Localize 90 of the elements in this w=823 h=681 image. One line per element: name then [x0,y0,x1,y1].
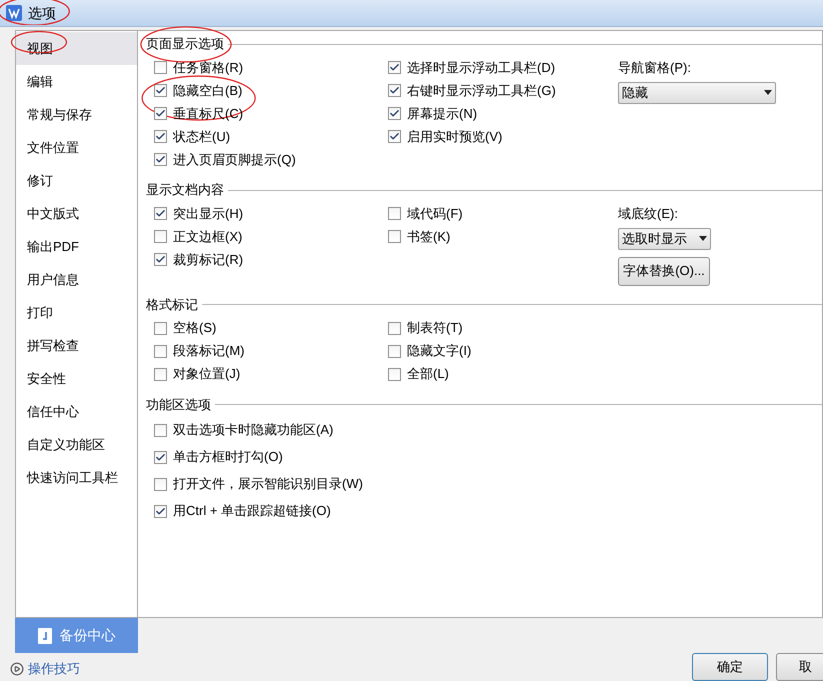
checkbox-label: 启用实时预览(V) [407,128,502,146]
section-title: 显示文档内容 [146,181,224,200]
checkbox-label: 正文边框(X) [173,228,242,246]
checkbox[interactable] [154,130,167,143]
sidebar-item[interactable]: 打印 [16,296,137,329]
checkbox[interactable] [154,424,167,436]
check-icon [155,154,166,165]
checkbox[interactable] [388,107,401,120]
sidebar-item[interactable]: 中文版式 [16,197,137,230]
checkbox[interactable] [154,322,167,334]
dropdown[interactable]: 隐藏 [618,82,776,104]
dropdown[interactable]: 选取时显示 [618,228,711,250]
dropdown-arrow-icon [764,90,772,95]
sidebar-item[interactable]: 信任中心 [16,395,137,428]
checkbox[interactable] [154,230,167,243]
check-icon [155,208,166,219]
check-icon [155,108,166,119]
ok-button[interactable]: 确定 [692,653,768,681]
font-substitution-button[interactable]: 字体替换(O)... [618,256,710,286]
checkbox[interactable] [154,153,167,166]
check-icon [155,85,166,96]
sidebar-item[interactable]: 用户信息 [16,263,137,296]
check-icon [155,131,166,142]
sidebar-item[interactable]: 快速访问工具栏 [16,461,137,494]
checkbox-label: 状态栏(U) [173,128,230,146]
checkbox[interactable] [388,344,401,358]
checkbox-label: 隐藏文字(I) [407,342,472,360]
sidebar-item[interactable]: 修订 [16,164,137,197]
checkbox[interactable] [388,130,401,143]
check-icon [389,108,400,119]
checkbox-label: 隐藏空白(B) [173,82,242,100]
cancel-button[interactable]: 取 [776,653,823,681]
checkbox[interactable] [154,504,167,518]
checkbox-label: 域代码(F) [407,204,463,223]
checkbox[interactable] [154,368,167,380]
checkbox[interactable] [154,61,167,74]
checkbox-label: 右键时显示浮动工具栏(G) [407,82,556,100]
checkbox[interactable] [154,253,167,266]
checkbox[interactable] [388,84,401,97]
checkbox[interactable] [154,344,167,358]
section-title: 功能区选项 [146,396,211,414]
checkbox[interactable] [388,230,401,243]
checkbox-label: 段落标记(M) [173,342,244,360]
dropdown-arrow-icon [699,236,707,241]
section-title: 页面显示选项 [146,35,224,54]
checkbox[interactable] [154,107,167,120]
check-icon [389,131,400,142]
app-logo-icon [6,5,22,21]
check-icon [155,452,166,462]
checkbox-label: 任务窗格(R) [173,58,244,77]
sidebar-item[interactable]: 自定义功能区 [16,428,137,461]
sidebar-item[interactable]: 编辑 [16,65,137,98]
checkbox-label: 进入页眉页脚提示(Q) [173,150,296,169]
checkbox[interactable] [388,368,401,380]
checkbox-label: 空格(S) [173,319,216,338]
checkbox-label: 对象位置(J) [173,365,240,384]
sidebar-item[interactable]: 安全性 [16,362,137,395]
checkbox[interactable] [388,207,401,220]
checkbox[interactable] [388,61,401,74]
check-icon [155,506,166,516]
checkbox-label: 突出显示(H) [173,204,244,223]
checkbox[interactable] [154,450,167,464]
sidebar-item[interactable]: 拼写检查 [16,329,137,362]
checkbox-label: 单击方框时打勾(O) [173,448,283,466]
play-icon [10,662,24,676]
checkbox[interactable] [154,478,167,490]
checkbox-label: 裁剪标记(R) [173,250,244,269]
tips-link[interactable]: 操作技巧 [10,659,138,678]
checkbox-label: 双击选项卡时隐藏功能区(A) [173,421,334,440]
section-title: 格式标记 [146,296,198,314]
checkbox[interactable] [154,84,167,97]
checkbox[interactable] [388,322,401,334]
sidebar-item[interactable]: 输出PDF [16,230,137,263]
checkbox-label: 书签(K) [407,228,450,246]
check-icon [389,85,400,96]
checkbox-label: 屏幕提示(N) [407,104,478,123]
field-label: 导航窗格(P): [618,59,692,77]
checkbox-label: 打开文件，展示智能识别目录(W) [173,475,363,494]
checkbox-label: 用Ctrl + 单击跟踪超链接(O) [173,502,331,520]
document-icon [38,628,52,644]
window-title: 选项 [28,4,56,22]
sidebar-item[interactable]: 文件位置 [16,131,137,164]
check-icon [155,254,166,265]
check-icon [389,62,400,73]
checkbox-label: 全部(L) [407,365,449,384]
field-label: 域底纹(E): [618,205,679,223]
checkbox-label: 选择时显示浮动工具栏(D) [407,58,556,77]
checkbox[interactable] [154,207,167,220]
checkbox-label: 制表符(T) [407,319,463,338]
sidebar-item[interactable]: 常规与保存 [16,98,137,131]
